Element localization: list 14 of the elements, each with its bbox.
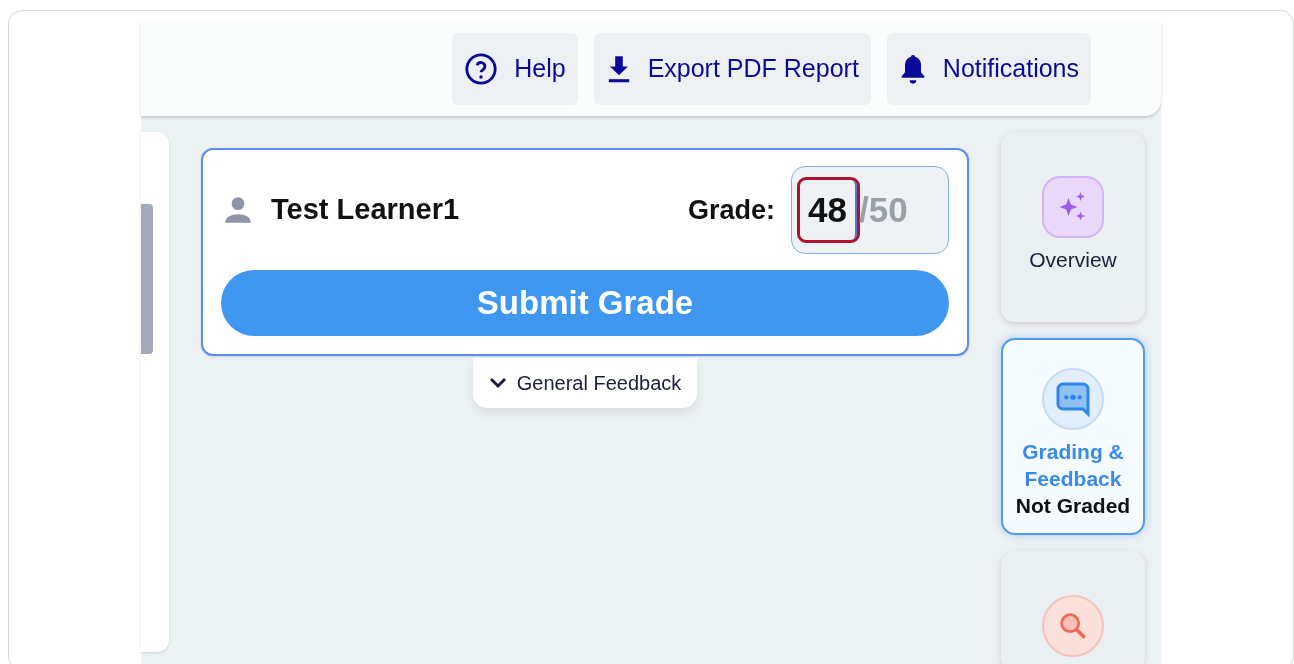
general-feedback-toggle[interactable]: General Feedback [472,358,698,408]
help-icon [464,51,499,86]
grade-value: 48 [800,179,857,241]
help-button[interactable]: Help [452,32,578,105]
sparkle-icon [1042,176,1104,238]
side-tab[interactable] [1001,551,1145,664]
notifications-button[interactable]: Notifications [886,32,1091,105]
chevron-icon [488,377,507,389]
side-tab[interactable]: Grading & Feedback Not Graded [1001,338,1145,535]
export-button[interactable]: Export PDF Report [593,32,871,105]
side-tab[interactable]: Overview [1001,132,1145,322]
grade-label: Grade: [687,193,775,227]
learner-name: Test Learner1 [271,192,460,228]
scrollbar-thumb[interactable] [141,204,153,354]
